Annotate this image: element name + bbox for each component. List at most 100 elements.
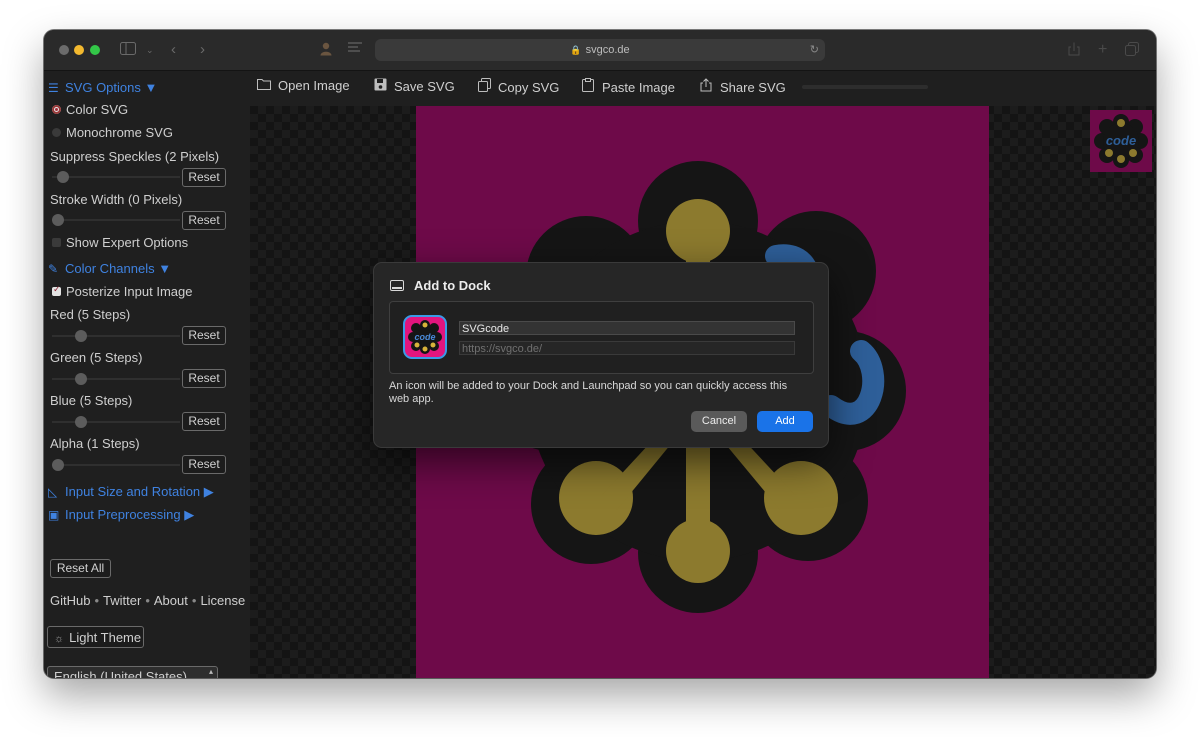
green-channel-thumb[interactable] — [75, 373, 87, 385]
input-preprocessing-label: Input Preprocessing ▶ — [65, 507, 195, 522]
share-svg-button[interactable]: Share SVG — [698, 78, 786, 95]
copy-icon — [476, 78, 492, 95]
app-name-field[interactable]: SVGcode — [459, 321, 795, 335]
license-link[interactable]: License — [200, 593, 245, 608]
blue-channel-slider[interactable] — [52, 421, 180, 423]
color-svg-radio[interactable] — [52, 105, 61, 114]
dialog-title: Add to Dock — [414, 278, 491, 293]
sidebar-toggle-icon[interactable] — [120, 42, 136, 59]
link-separator: • — [94, 593, 100, 608]
reset-blue-button[interactable]: Reset — [182, 412, 226, 431]
dialog-description: An icon will be added to your Dock and L… — [389, 380, 788, 405]
reader-icon[interactable] — [348, 42, 362, 58]
show-expert-checkbox[interactable] — [52, 238, 61, 247]
reset-stroke-button[interactable]: Reset — [182, 211, 226, 230]
color-channels-toggle[interactable]: ✎ Color Channels ▼ — [48, 261, 171, 276]
app-info-box: code SVGcode https://svgco.de/ — [389, 301, 814, 374]
red-channel-slider[interactable] — [52, 335, 180, 337]
open-image-label: Open Image — [278, 78, 350, 93]
folder-icon — [256, 78, 272, 93]
alpha-channel-label: Alpha (1 Steps) — [50, 436, 140, 451]
cancel-button[interactable]: Cancel — [691, 411, 747, 432]
save-svg-button[interactable]: Save SVG — [372, 78, 455, 94]
posterize-label: Posterize Input Image — [66, 284, 193, 299]
browser-titlebar: ⌄ ‹ › 🔒 svgco.de ↻ + — [44, 30, 1156, 71]
language-select[interactable]: English (United States) ▴▾ — [47, 666, 218, 678]
light-theme-label: Light Theme — [69, 630, 142, 645]
profile-icon[interactable] — [320, 42, 332, 60]
color-svg-label: Color SVG — [66, 102, 129, 117]
twitter-link[interactable]: Twitter — [103, 593, 141, 608]
reset-alpha-button[interactable]: Reset — [182, 455, 226, 474]
save-svg-label: Save SVG — [394, 79, 455, 94]
red-channel-label: Red (5 Steps) — [50, 307, 131, 322]
suppress-speckles-slider[interactable] — [52, 176, 180, 178]
language-value: English (United States) — [54, 669, 187, 678]
thumbnail-logo-text: code — [1106, 133, 1136, 148]
image-icon: ▣ — [48, 508, 60, 522]
clipboard-icon — [580, 78, 596, 95]
green-channel-slider[interactable] — [52, 378, 180, 380]
monochrome-svg-radio[interactable] — [52, 128, 61, 137]
blue-channel-label: Blue (5 Steps) — [50, 393, 133, 408]
lock-icon: 🔒 — [570, 45, 582, 55]
save-icon — [372, 78, 388, 94]
light-theme-button[interactable]: ☼ Light Theme — [47, 626, 144, 648]
show-expert-label: Show Expert Options — [66, 235, 189, 250]
app-url-field: https://svgco.de/ — [459, 341, 795, 355]
share-icon — [698, 78, 714, 95]
stroke-width-slider[interactable] — [52, 219, 180, 221]
reset-speckles-button[interactable]: Reset — [182, 168, 226, 187]
github-link[interactable]: GitHub — [50, 593, 90, 608]
forward-icon[interactable]: › — [200, 42, 205, 58]
sun-icon: ☼ — [54, 633, 65, 645]
artwork-thumbnail[interactable]: code — [1090, 110, 1152, 172]
progress-bar — [802, 85, 928, 89]
about-link[interactable]: About — [154, 593, 188, 608]
svg-options-toggle[interactable]: ☰ SVG Options ▼ — [48, 80, 157, 95]
app-icon-text: code — [414, 332, 435, 342]
close-window-button[interactable] — [59, 45, 69, 55]
ruler-icon: ◺ — [48, 485, 58, 499]
add-button[interactable]: Add — [757, 411, 813, 432]
add-to-dock-dialog: Add to Dock code SVGcode https://svgco.d… — [373, 262, 829, 448]
reset-green-button[interactable]: Reset — [182, 369, 226, 388]
suppress-speckles-label: Suppress Speckles (2 Pixels) — [50, 149, 220, 164]
input-preprocessing-toggle[interactable]: ▣ Input Preprocessing ▶ — [48, 507, 194, 523]
address-bar[interactable]: 🔒 svgco.de ↻ — [375, 39, 825, 61]
main-toolbar: Open Image Save SVG Copy SVG Paste Image… — [250, 71, 1156, 106]
input-size-toggle[interactable]: ◺ Input Size and Rotation ▶ — [48, 484, 214, 500]
new-tab-icon[interactable]: + — [1098, 42, 1107, 58]
alpha-channel-slider[interactable] — [52, 464, 180, 466]
tab-overview-icon[interactable] — [1125, 42, 1139, 60]
stroke-width-thumb[interactable] — [52, 214, 64, 226]
brush-icon: ✎ — [48, 262, 59, 276]
color-channels-label: Color Channels ▼ — [65, 261, 172, 276]
reset-all-button[interactable]: Reset All — [50, 559, 111, 578]
paste-image-button[interactable]: Paste Image — [580, 78, 675, 95]
alpha-channel-thumb[interactable] — [52, 459, 64, 471]
blue-channel-thumb[interactable] — [75, 416, 87, 428]
paste-image-label: Paste Image — [602, 80, 675, 95]
chevron-down-icon[interactable]: ⌄ — [146, 42, 154, 58]
stroke-width-label: Stroke Width (0 Pixels) — [50, 192, 183, 207]
suppress-speckles-thumb[interactable] — [57, 171, 69, 183]
zoom-window-button[interactable] — [90, 45, 100, 55]
reload-icon[interactable]: ↻ — [810, 39, 819, 61]
minimize-window-button[interactable] — [74, 45, 84, 55]
options-sidebar: ☰ SVG Options ▼ Color SVG Monochrome SVG … — [44, 71, 250, 678]
red-channel-thumb[interactable] — [75, 330, 87, 342]
address-text: svgco.de — [585, 44, 630, 56]
copy-svg-label: Copy SVG — [498, 80, 560, 95]
browser-window: ⌄ ‹ › 🔒 svgco.de ↻ + ☰ SVG Options ▼ Color… — [44, 30, 1156, 678]
back-icon[interactable]: ‹ — [171, 42, 176, 58]
posterize-checkbox[interactable] — [52, 284, 61, 296]
app-icon: code — [403, 315, 447, 359]
open-image-button[interactable]: Open Image — [256, 78, 350, 93]
green-channel-label: Green (5 Steps) — [50, 350, 143, 365]
reset-red-button[interactable]: Reset — [182, 326, 226, 345]
share-icon[interactable] — [1068, 42, 1080, 60]
footer-links: GitHub • Twitter • About • License — [50, 593, 245, 608]
copy-svg-button[interactable]: Copy SVG — [476, 78, 559, 95]
input-size-label: Input Size and Rotation ▶ — [65, 484, 214, 499]
